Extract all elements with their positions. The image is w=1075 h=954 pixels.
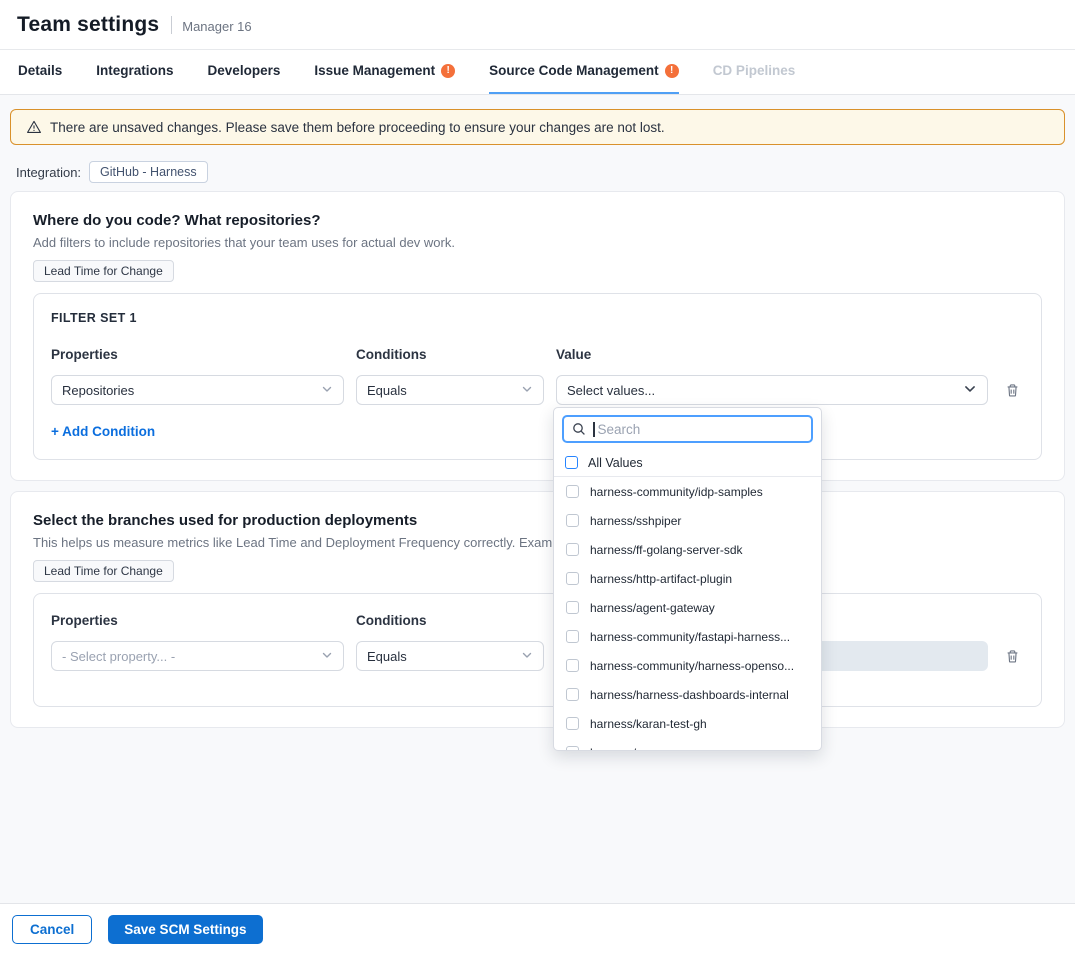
delete-filter-button[interactable] [1000,375,1024,405]
properties-label: Properties [51,347,344,362]
dropdown-option[interactable]: harness-community/harness-openso... [554,651,821,680]
footer-bar: Cancel Save SCM Settings [0,903,1075,954]
filter-labels-row: Properties Conditions [51,613,1024,628]
title-divider [171,16,172,34]
trash-icon [1005,383,1020,398]
conditions-label: Conditions [356,347,544,362]
tab-issue-management[interactable]: Issue Management [314,50,455,94]
branches-section-title: Select the branches used for production … [33,512,1042,529]
repositories-section-title: Where do you code? What repositories? [33,212,1042,229]
all-values-option[interactable]: All Values [554,449,821,477]
checkbox-icon[interactable] [566,514,579,527]
search-placeholder: Search [598,422,641,437]
integration-row: Integration: GitHub - Harness [10,161,1065,183]
filter-labels-row: Properties Conditions Value [51,347,1024,362]
dropdown-option[interactable]: harness/ff-golang-server-sdk [554,535,821,564]
dropdown-option[interactable]: harness/agent-gateway [554,593,821,622]
checkbox-icon[interactable] [566,601,579,614]
filter-controls-row: Repositories Equals Select values... [51,375,1024,405]
tab-cd-pipelines: CD Pipelines [713,50,796,94]
page-subtitle: Manager 16 [182,16,251,34]
value-select[interactable]: Select values... [556,375,988,405]
add-condition-link[interactable]: + Add Condition [51,424,155,439]
delete-filter-button[interactable] [1000,641,1024,671]
banner-text: There are unsaved changes. Please save t… [50,120,665,135]
tab-integrations[interactable]: Integrations [96,50,173,94]
checkbox-icon[interactable] [566,485,579,498]
branch-filter-set: Properties Conditions - Select property.… [33,593,1042,707]
chevron-down-icon [321,649,333,664]
tab-bar: Details Integrations Developers Issue Ma… [0,50,1075,95]
lead-time-chip: Lead Time for Change [33,560,174,582]
property-select[interactable]: Repositories [51,375,344,405]
value-dropdown-popup: Search All Values harness-community/idp-… [553,407,822,751]
chevron-down-icon [521,649,533,664]
dropdown-option[interactable]: harness-community/fastapi-harness... [554,622,821,651]
save-scm-settings-button[interactable]: Save SCM Settings [108,915,262,944]
search-input[interactable]: Search [562,415,813,443]
property-select[interactable]: - Select property... - [51,641,344,671]
page-header: Team settings Manager 16 [0,0,1075,50]
repositories-section-subtitle: Add filters to include repositories that… [33,235,1042,250]
dropdown-option[interactable]: harness/sshpiper [554,506,821,535]
conditions-label: Conditions [356,613,544,628]
filter-set-title: FILTER SET 1 [51,311,1024,325]
filter-set-1: FILTER SET 1 Properties Conditions Value… [33,293,1042,460]
unsaved-changes-banner: There are unsaved changes. Please save t… [10,109,1065,145]
tab-developers[interactable]: Developers [208,50,281,94]
branches-card: Select the branches used for production … [10,491,1065,728]
checkbox-icon[interactable] [566,543,579,556]
tab-details[interactable]: Details [18,50,62,94]
chevron-down-icon [521,383,533,398]
branches-section-subtitle: This helps us measure metrics like Lead … [33,535,1042,550]
warning-icon [665,64,679,78]
checkbox-icon[interactable] [566,717,579,730]
checkbox-icon[interactable] [566,572,579,585]
checkbox-icon[interactable] [566,688,579,701]
lead-time-chip: Lead Time for Change [33,260,174,282]
checkbox-icon[interactable] [566,630,579,643]
main-content: There are unsaved changes. Please save t… [0,109,1075,728]
chevron-down-icon [963,382,977,399]
text-cursor [593,422,595,437]
checkbox-icon[interactable] [566,746,579,751]
trash-icon [1005,649,1020,664]
dropdown-option[interactable]: harness/http-artifact-plugin [554,564,821,593]
integration-chip[interactable]: GitHub - Harness [89,161,208,183]
chevron-down-icon [321,383,333,398]
checkbox-icon[interactable] [566,659,579,672]
dropdown-option[interactable]: harness/harness-dashboards-internal [554,680,821,709]
checkbox-icon[interactable] [565,456,578,469]
properties-label: Properties [51,613,344,628]
dropdown-option[interactable]: harness/karan-test-gh [554,709,821,738]
dropdown-option-clipped[interactable]: harness/... [554,738,821,751]
warning-icon [441,64,455,78]
search-wrap: Search [554,408,821,449]
filter-controls-row: - Select property... - Equals [51,641,1024,671]
warning-triangle-icon [26,119,42,135]
cancel-button[interactable]: Cancel [12,915,92,944]
condition-select[interactable]: Equals [356,375,544,405]
condition-select[interactable]: Equals [356,641,544,671]
dropdown-option[interactable]: harness-community/idp-samples [554,477,821,506]
integration-label: Integration: [16,165,81,180]
value-label: Value [556,347,988,362]
search-icon [572,422,586,436]
page-title: Team settings [17,13,159,37]
tab-source-code-management[interactable]: Source Code Management [489,50,679,94]
repositories-card: Where do you code? What repositories? Ad… [10,191,1065,481]
